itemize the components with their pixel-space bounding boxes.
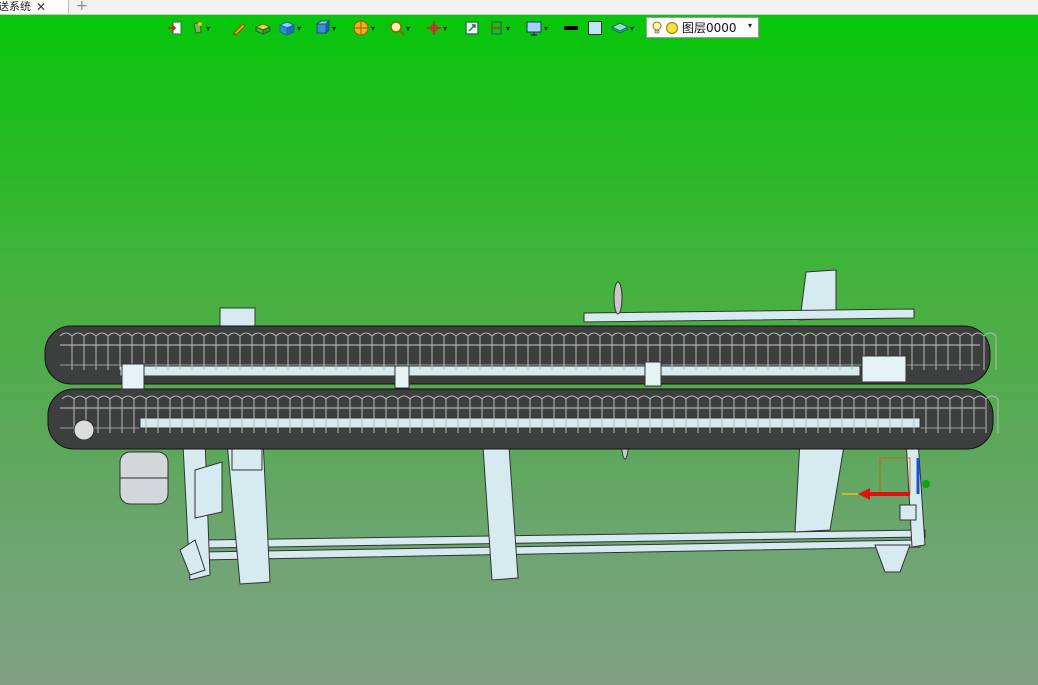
3d-viewport[interactable]: ▾ ▾ ▾ ▾ ▾ ▾ ▾ ▾ ▾ 图层0000 ▾ (0, 15, 1038, 685)
tab-bar: 送系统 ✕ + (0, 0, 1038, 15)
tab-title: 送系统 (0, 0, 31, 13)
document-tab[interactable]: 送系统 ✕ (0, 0, 69, 14)
close-tab-icon[interactable]: ✕ (36, 0, 46, 14)
new-tab-button[interactable]: + (76, 0, 88, 14)
axis-triad (842, 457, 930, 500)
conveyor-model[interactable] (0, 15, 1038, 685)
